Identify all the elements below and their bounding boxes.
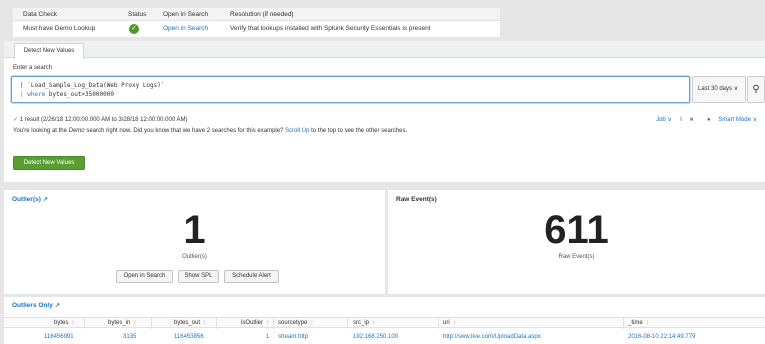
outliers-table-header: bytes ↕ bytes_in ↕ bytes_out ↕ isOutlier ↕ s… <box>4 317 765 329</box>
stop-icon[interactable]: ■ <box>690 117 694 123</box>
search-line-2: | where bytes_out>35000000 <box>20 91 114 98</box>
search-line-1: | `Load_Sample_Log_Data(Web Proxy Logs)` <box>20 82 165 89</box>
show-spl-button[interactable]: Show SPL <box>178 270 219 283</box>
raw-events-panel: Raw Event(s) 611 Raw Event(s) <box>388 190 765 294</box>
check-circle-icon: ✓ <box>129 24 139 34</box>
outlier-panel-title[interactable]: Outlier(s) ↗ <box>12 196 48 203</box>
tab-detect-new-values[interactable]: Detect New Values <box>14 43 84 59</box>
col-sourcetype[interactable]: sourcetype ↕ <box>278 318 313 328</box>
col-data-check: Data Check <box>23 11 57 18</box>
tab-strip: Detect New Values <box>4 41 765 59</box>
sort-icon: ↕ <box>452 320 456 326</box>
smart-mode-label: Smart Mode ∨ <box>718 117 757 123</box>
outlier-panel: Outlier(s) ↗ 1 Outlier(s) Open in Search … <box>4 190 385 294</box>
cell-sourcetype[interactable]: stream:http <box>278 332 308 342</box>
demo-text-2: search right now. Did you know that we h… <box>84 128 286 134</box>
bulb-icon: ● <box>706 117 713 123</box>
check-name: Must have Demo Lookup <box>23 25 96 32</box>
demo-text-em: Demo <box>68 128 85 134</box>
search-button[interactable]: ⚲ <box>747 76 765 103</box>
scroll-up-link[interactable]: Scroll Up <box>285 128 309 134</box>
raw-events-title: Raw Event(s) <box>396 196 437 203</box>
cell-is-outlier[interactable]: 1 <box>266 332 269 342</box>
external-link-icon: ↗ <box>54 303 60 309</box>
sort-icon: ↕ <box>71 320 75 326</box>
search-panel: Detect New Values Enter a search | `Load… <box>4 41 765 182</box>
outliers-only-title[interactable]: Outliers Only ↗ <box>12 302 60 309</box>
col-resolution: Resolution (if needed) <box>230 11 294 18</box>
col-open-in-search: Open in Search <box>163 11 209 18</box>
success-check-icon: ✓ <box>13 117 19 123</box>
time-range-picker[interactable]: Last 30 days ∨ <box>692 76 746 103</box>
open-in-search-link[interactable]: Open in Search <box>163 21 208 37</box>
col-bytes-out[interactable]: bytes_out ↕ <box>174 318 206 328</box>
raw-events-count: 611 <box>544 208 609 252</box>
demo-text-3: to the top to see the other searches. <box>309 128 408 134</box>
sort-icon: ↕ <box>372 320 376 326</box>
pause-icon[interactable]: ‖ <box>680 117 682 123</box>
table-row[interactable]: 116456991 3135 116453856 1 stream:http 1… <box>4 332 765 342</box>
cell-uri[interactable]: http://sww.live.com/UploadData.aspx <box>443 332 541 342</box>
col-time[interactable]: _time ↕ <box>628 318 649 328</box>
where-keyword: where <box>27 91 46 98</box>
cell-bytes-out[interactable]: 116453856 <box>174 332 204 342</box>
sort-icon: ↕ <box>133 320 137 326</box>
data-check-table: Data Check Status Open in Search Resolut… <box>13 8 500 37</box>
col-is-outlier[interactable]: isOutlier ↕ <box>241 318 269 328</box>
demo-notice: You're looking at the Demo search right … <box>13 128 407 134</box>
data-check-header: Data Check Status Open in Search Resolut… <box>13 8 500 21</box>
data-check-row: Must have Demo Lookup ✓ Open in Search V… <box>13 21 500 37</box>
sort-icon: ↕ <box>266 320 270 326</box>
sort-icon: ↕ <box>203 320 207 326</box>
result-summary: ✓ 1 result (2/26/18 12:00:00.000 AM to 3… <box>13 116 188 123</box>
result-text: 1 result (2/26/18 12:00:00.000 AM to 3/2… <box>19 117 188 123</box>
col-src-ip[interactable]: src_ip ↕ <box>353 318 375 328</box>
cell-time[interactable]: 2016-08-10 22:14:49.779 <box>628 332 695 342</box>
outlier-count: 1 <box>183 208 206 252</box>
external-link-icon: ↗ <box>42 197 48 203</box>
detect-new-values-button[interactable]: Detect New Values <box>13 156 85 170</box>
magnifier-icon: ⚲ <box>752 84 760 95</box>
job-controls: Job ∨ ‖ ■ ● Smart Mode ∨ <box>650 116 757 123</box>
cell-bytes-in[interactable]: 3135 <box>123 332 136 342</box>
col-status: Status <box>128 11 147 18</box>
sort-icon: ↕ <box>310 320 314 326</box>
cell-bytes[interactable]: 116456991 <box>44 332 74 342</box>
search-label: Enter a search <box>13 65 53 71</box>
outliers-only-panel: Outliers Only ↗ bytes ↕ bytes_in ↕ bytes_ou… <box>4 297 765 344</box>
schedule-alert-button[interactable]: Schedule Alert <box>224 270 279 283</box>
sort-icon: ↕ <box>645 320 649 326</box>
outliers-only-title-text: Outliers Only <box>12 302 53 309</box>
open-in-search-button[interactable]: Open in Search <box>116 270 173 283</box>
where-clause: bytes_out>35000000 <box>45 91 114 98</box>
cell-src-ip[interactable]: 192.168.250.100 <box>353 332 398 342</box>
job-menu[interactable]: Job ∨ <box>656 117 672 123</box>
smart-mode-menu[interactable]: ● Smart Mode ∨ <box>701 117 757 123</box>
outlier-count-label: Outlier(s) <box>182 254 207 260</box>
outlier-title-text: Outlier(s) <box>12 196 41 203</box>
resolution-text: Verify that lookups installed with Splun… <box>230 25 431 32</box>
col-bytes-in[interactable]: bytes_in ↕ <box>108 318 136 328</box>
demo-text-1: You're looking at the <box>13 128 69 134</box>
search-input[interactable]: | `Load_Sample_Log_Data(Web Proxy Logs)`… <box>11 76 690 103</box>
col-bytes[interactable]: bytes ↕ <box>54 318 74 328</box>
raw-events-label: Raw Event(s) <box>558 254 595 260</box>
col-uri[interactable]: uri ↕ <box>443 318 456 328</box>
